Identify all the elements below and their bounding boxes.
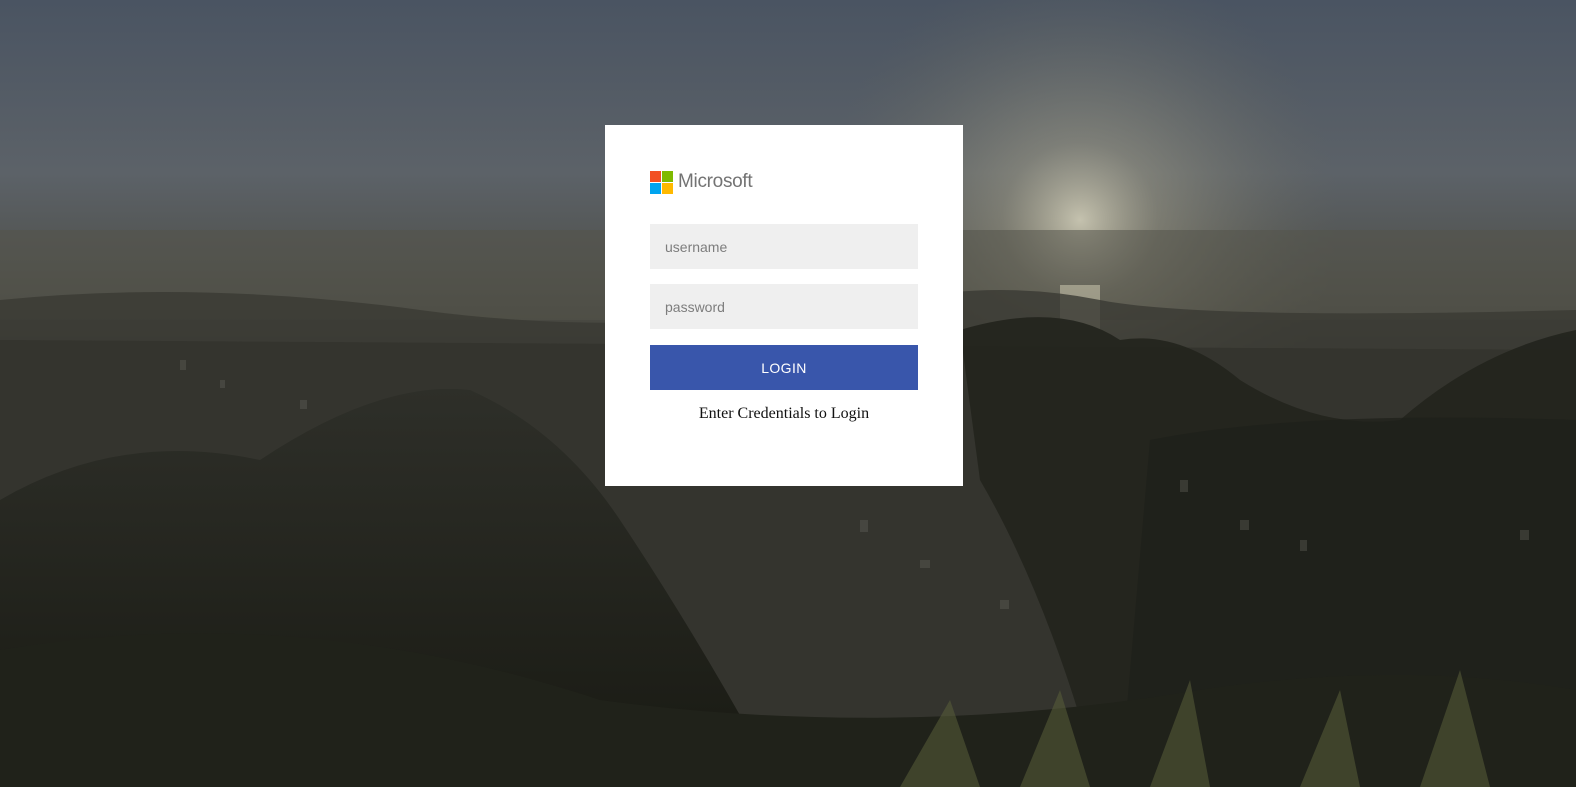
username-input[interactable] — [650, 224, 918, 269]
login-button[interactable]: LOGIN — [650, 345, 918, 390]
password-input[interactable] — [650, 284, 918, 329]
logo-square-red — [650, 170, 661, 182]
logo-square-yellow — [662, 182, 673, 194]
login-card: Microsoft LOGIN Enter Credentials to Log… — [605, 125, 963, 486]
logo-square-blue — [650, 182, 661, 194]
brand: Microsoft — [650, 170, 753, 194]
microsoft-logo-icon — [650, 170, 673, 194]
logo-square-green — [662, 170, 673, 182]
brand-name: Microsoft — [678, 171, 753, 192]
status-message: Enter Credentials to Login — [698, 405, 870, 422]
